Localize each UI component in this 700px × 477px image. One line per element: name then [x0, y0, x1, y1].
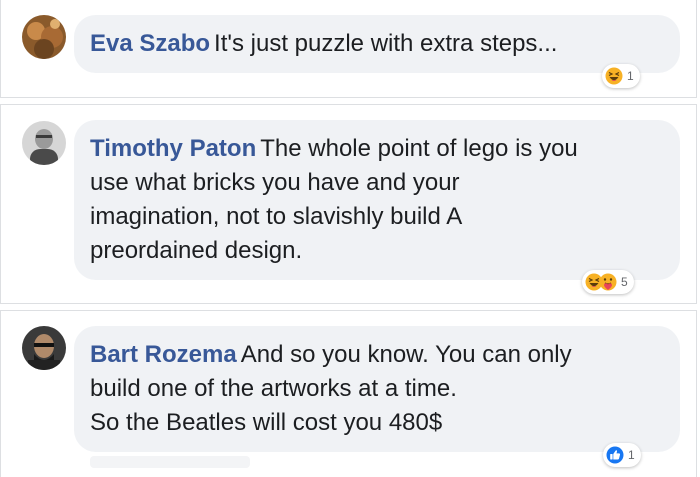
comment-bubble: Bart Rozema And so you know. You can only… — [74, 326, 680, 452]
comment-text: build one of the artworks at a time. — [90, 375, 457, 402]
comments-screenshot: Eva Szabo It's just puzzle with extra ste… — [0, 0, 700, 477]
comment-text: preordained design. — [90, 237, 303, 264]
comment-bubble: Eva Szabo It's just puzzle with extra ste… — [74, 15, 680, 73]
avatar-eva-szabo[interactable] — [22, 15, 66, 59]
reaction-count: 5 — [621, 275, 628, 289]
reactions-summary[interactable]: 5 — [582, 270, 634, 294]
like-icon — [606, 446, 624, 464]
comment-author[interactable]: Timothy Paton — [90, 135, 256, 162]
comment-author[interactable]: Eva Szabo — [90, 30, 210, 57]
haha-icon — [605, 67, 623, 85]
comment-text: It's just puzzle with extra steps... — [214, 30, 558, 57]
avatar-timothy-paton[interactable] — [22, 121, 66, 165]
avatar-bart-rozema[interactable] — [22, 326, 66, 370]
reactions-summary[interactable]: 1 — [602, 64, 640, 88]
reaction-count: 1 — [628, 448, 635, 462]
comment-text: And so you know. You can only — [240, 341, 572, 368]
reaction-count: 1 — [627, 69, 634, 83]
care-icon — [599, 273, 617, 291]
reactions-summary[interactable]: 1 — [603, 443, 641, 467]
comment-author[interactable]: Bart Rozema — [90, 341, 237, 368]
comment-text: imagination, not to slavishly build A — [90, 203, 463, 230]
comment-text: The whole point of lego is you — [260, 135, 578, 162]
comment-bubble: Timothy Paton The whole point of lego is … — [74, 120, 680, 280]
comment-actions-placeholder — [90, 456, 250, 468]
comment-text: So the Beatles will cost you 480$ — [90, 409, 443, 436]
comment-text: use what bricks you have and your — [90, 169, 460, 196]
